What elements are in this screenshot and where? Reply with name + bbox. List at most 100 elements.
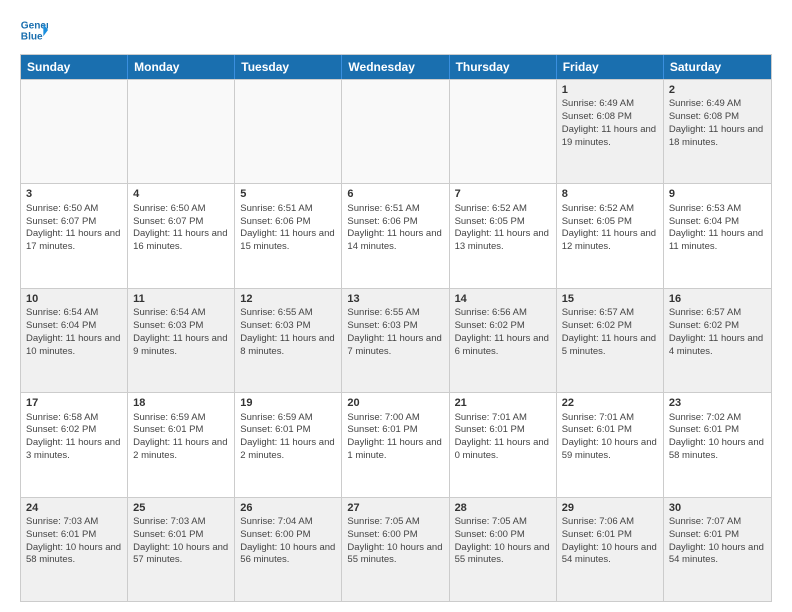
day-cell-15: 15Sunrise: 6:57 AM Sunset: 6:02 PM Dayli…	[557, 289, 664, 392]
day-number: 9	[669, 187, 766, 201]
day-number: 29	[562, 501, 658, 515]
day-cell-28: 28Sunrise: 7:05 AM Sunset: 6:00 PM Dayli…	[450, 498, 557, 601]
day-cell-12: 12Sunrise: 6:55 AM Sunset: 6:03 PM Dayli…	[235, 289, 342, 392]
day-cell-30: 30Sunrise: 7:07 AM Sunset: 6:01 PM Dayli…	[664, 498, 771, 601]
day-info: Sunrise: 6:57 AM Sunset: 6:02 PM Dayligh…	[669, 307, 766, 358]
header-day-wednesday: Wednesday	[342, 55, 449, 79]
calendar-week-1: 1Sunrise: 6:49 AM Sunset: 6:08 PM Daylig…	[21, 79, 771, 183]
day-info: Sunrise: 7:03 AM Sunset: 6:01 PM Dayligh…	[133, 516, 229, 567]
day-cell-21: 21 Sunrise: 7:01 AM Sunset: 6:01 PM Dayli…	[450, 393, 557, 496]
day-info: Sunrise: 6:50 AM Sunset: 6:07 PM Dayligh…	[26, 203, 122, 254]
logo: General Blue	[20, 16, 48, 44]
day-cell-13: 13Sunrise: 6:55 AM Sunset: 6:03 PM Dayli…	[342, 289, 449, 392]
day-info: Sunrise: 7:04 AM Sunset: 6:00 PM Dayligh…	[240, 516, 336, 567]
day-cell-17: 17 Sunrise: 6:58 AM Sunset: 6:02 PM Dayli…	[21, 393, 128, 496]
calendar-header: SundayMondayTuesdayWednesdayThursdayFrid…	[21, 55, 771, 79]
day-info: Sunrise: 6:50 AM Sunset: 6:07 PM Dayligh…	[133, 203, 229, 254]
day-number: 26	[240, 501, 336, 515]
day-cell-20: 20 Sunrise: 7:00 AM Sunset: 6:01 PM Dayli…	[342, 393, 449, 496]
calendar-week-5: 24 Sunrise: 7:03 AM Sunset: 6:01 PM Dayli…	[21, 497, 771, 601]
day-number: 6	[347, 187, 443, 201]
day-cell-16: 16Sunrise: 6:57 AM Sunset: 6:02 PM Dayli…	[664, 289, 771, 392]
svg-text:Blue: Blue	[21, 31, 43, 42]
day-number: 7	[455, 187, 551, 201]
day-info: Sunrise: 7:00 AM Sunset: 6:01 PM Dayligh…	[347, 412, 443, 463]
day-cell-24: 24Sunrise: 7:03 AM Sunset: 6:01 PM Dayli…	[21, 498, 128, 601]
header-day-friday: Friday	[557, 55, 664, 79]
day-info: Sunrise: 7:05 AM Sunset: 6:00 PM Dayligh…	[455, 516, 551, 567]
day-number: 14	[455, 292, 551, 306]
day-info: Sunrise: 6:51 AM Sunset: 6:06 PM Dayligh…	[347, 203, 443, 254]
day-cell-22: 22 Sunrise: 7:01 AM Sunset: 6:01 PM Dayli…	[557, 393, 664, 496]
header-day-tuesday: Tuesday	[235, 55, 342, 79]
day-cell-23: 23 Sunrise: 7:02 AM Sunset: 6:01 PM Dayli…	[664, 393, 771, 496]
day-number: 28	[455, 501, 551, 515]
day-info: Sunrise: 7:01 AM Sunset: 6:01 PM Dayligh…	[562, 412, 658, 463]
day-number: 3	[26, 187, 122, 201]
day-number: 23	[669, 396, 766, 410]
day-info: Sunrise: 6:52 AM Sunset: 6:05 PM Dayligh…	[455, 203, 551, 254]
empty-cell	[235, 80, 342, 183]
day-info: Sunrise: 7:06 AM Sunset: 6:01 PM Dayligh…	[562, 516, 658, 567]
day-number: 17	[26, 396, 122, 410]
calendar-week-2: 3 Sunrise: 6:50 AM Sunset: 6:07 PM Daylig…	[21, 183, 771, 287]
day-info: Sunrise: 7:01 AM Sunset: 6:01 PM Dayligh…	[455, 412, 551, 463]
day-cell-8: 8 Sunrise: 6:52 AM Sunset: 6:05 PM Daylig…	[557, 184, 664, 287]
day-number: 15	[562, 292, 658, 306]
day-info: Sunrise: 6:59 AM Sunset: 6:01 PM Dayligh…	[133, 412, 229, 463]
day-number: 19	[240, 396, 336, 410]
day-cell-25: 25Sunrise: 7:03 AM Sunset: 6:01 PM Dayli…	[128, 498, 235, 601]
day-info: Sunrise: 6:55 AM Sunset: 6:03 PM Dayligh…	[240, 307, 336, 358]
day-number: 12	[240, 292, 336, 306]
day-number: 27	[347, 501, 443, 515]
header-day-sunday: Sunday	[21, 55, 128, 79]
calendar-week-4: 17 Sunrise: 6:58 AM Sunset: 6:02 PM Dayli…	[21, 392, 771, 496]
day-cell-26: 26Sunrise: 7:04 AM Sunset: 6:00 PM Dayli…	[235, 498, 342, 601]
day-cell-7: 7 Sunrise: 6:52 AM Sunset: 6:05 PM Daylig…	[450, 184, 557, 287]
calendar-body: 1Sunrise: 6:49 AM Sunset: 6:08 PM Daylig…	[21, 79, 771, 601]
day-info: Sunrise: 6:59 AM Sunset: 6:01 PM Dayligh…	[240, 412, 336, 463]
day-info: Sunrise: 6:58 AM Sunset: 6:02 PM Dayligh…	[26, 412, 122, 463]
header-day-monday: Monday	[128, 55, 235, 79]
day-number: 21	[455, 396, 551, 410]
day-cell-27: 27Sunrise: 7:05 AM Sunset: 6:00 PM Dayli…	[342, 498, 449, 601]
day-cell-14: 14Sunrise: 6:56 AM Sunset: 6:02 PM Dayli…	[450, 289, 557, 392]
day-info: Sunrise: 6:53 AM Sunset: 6:04 PM Dayligh…	[669, 203, 766, 254]
day-cell-1: 1Sunrise: 6:49 AM Sunset: 6:08 PM Daylig…	[557, 80, 664, 183]
day-cell-3: 3 Sunrise: 6:50 AM Sunset: 6:07 PM Daylig…	[21, 184, 128, 287]
day-cell-6: 6 Sunrise: 6:51 AM Sunset: 6:06 PM Daylig…	[342, 184, 449, 287]
day-number: 2	[669, 83, 766, 97]
day-info: Sunrise: 6:51 AM Sunset: 6:06 PM Dayligh…	[240, 203, 336, 254]
day-number: 13	[347, 292, 443, 306]
calendar-week-3: 10Sunrise: 6:54 AM Sunset: 6:04 PM Dayli…	[21, 288, 771, 392]
day-number: 5	[240, 187, 336, 201]
day-number: 25	[133, 501, 229, 515]
day-info: Sunrise: 6:54 AM Sunset: 6:04 PM Dayligh…	[26, 307, 122, 358]
day-number: 24	[26, 501, 122, 515]
empty-cell	[128, 80, 235, 183]
header-day-thursday: Thursday	[450, 55, 557, 79]
day-number: 20	[347, 396, 443, 410]
day-info: Sunrise: 6:49 AM Sunset: 6:08 PM Dayligh…	[562, 98, 658, 149]
day-info: Sunrise: 7:02 AM Sunset: 6:01 PM Dayligh…	[669, 412, 766, 463]
day-info: Sunrise: 7:07 AM Sunset: 6:01 PM Dayligh…	[669, 516, 766, 567]
day-number: 10	[26, 292, 122, 306]
day-number: 4	[133, 187, 229, 201]
empty-cell	[450, 80, 557, 183]
empty-cell	[342, 80, 449, 183]
day-info: Sunrise: 6:57 AM Sunset: 6:02 PM Dayligh…	[562, 307, 658, 358]
day-info: Sunrise: 6:49 AM Sunset: 6:08 PM Dayligh…	[669, 98, 766, 149]
page-header: General Blue	[20, 16, 772, 44]
day-info: Sunrise: 6:52 AM Sunset: 6:05 PM Dayligh…	[562, 203, 658, 254]
day-cell-18: 18Sunrise: 6:59 AM Sunset: 6:01 PM Dayli…	[128, 393, 235, 496]
empty-cell	[21, 80, 128, 183]
day-cell-19: 19 Sunrise: 6:59 AM Sunset: 6:01 PM Dayli…	[235, 393, 342, 496]
day-number: 11	[133, 292, 229, 306]
day-info: Sunrise: 6:55 AM Sunset: 6:03 PM Dayligh…	[347, 307, 443, 358]
day-number: 8	[562, 187, 658, 201]
day-info: Sunrise: 7:05 AM Sunset: 6:00 PM Dayligh…	[347, 516, 443, 567]
day-cell-9: 9 Sunrise: 6:53 AM Sunset: 6:04 PM Daylig…	[664, 184, 771, 287]
day-cell-11: 11Sunrise: 6:54 AM Sunset: 6:03 PM Dayli…	[128, 289, 235, 392]
calendar: SundayMondayTuesdayWednesdayThursdayFrid…	[20, 54, 772, 602]
day-number: 22	[562, 396, 658, 410]
